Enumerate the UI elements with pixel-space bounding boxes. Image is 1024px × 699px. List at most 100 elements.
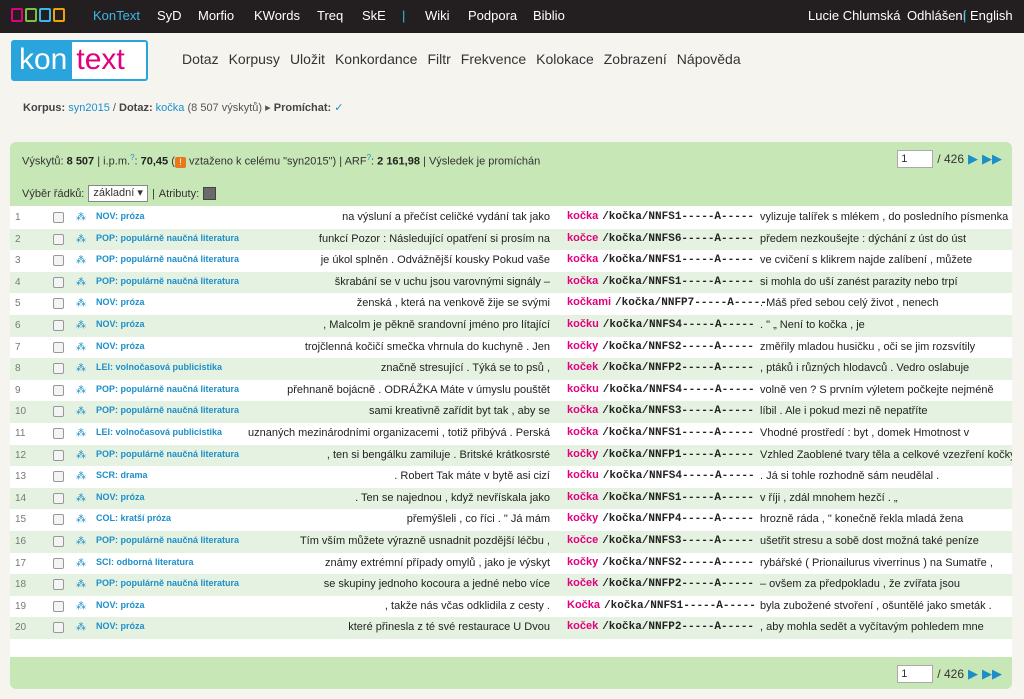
keyword[interactable]: kočku	[567, 383, 599, 395]
menu-korpusy[interactable]: Korpusy	[229, 51, 280, 67]
menu-ulozit[interactable]: Uložit	[290, 51, 325, 67]
sync-icon[interactable]: ⁂	[76, 234, 86, 245]
keyword[interactable]: Kočka	[567, 599, 600, 611]
kwic[interactable]: koček/kočka/NNFP2-----A-----	[567, 577, 754, 590]
sync-icon[interactable]: ⁂	[76, 385, 86, 396]
warning-icon[interactable]: !	[174, 156, 186, 168]
sync-icon[interactable]: ⁂	[76, 558, 86, 569]
menu-filtr[interactable]: Filtr	[427, 51, 450, 67]
menu-konkordance[interactable]: Konkordance	[335, 51, 418, 67]
row-checkbox[interactable]	[53, 255, 64, 267]
keyword[interactable]: kočky	[567, 512, 598, 524]
row-checkbox[interactable]	[53, 622, 64, 634]
row-checkbox[interactable]	[53, 363, 64, 375]
keyword[interactable]: kočce	[567, 534, 598, 546]
row-checkbox[interactable]	[53, 600, 64, 612]
sync-icon[interactable]: ⁂	[76, 255, 86, 266]
kwic[interactable]: kočka/kočka/NNFS1-----A-----	[567, 210, 754, 223]
row-ref[interactable]: NOV: próza	[96, 600, 145, 610]
logout-link[interactable]: Odhlášení	[907, 8, 966, 23]
sync-icon[interactable]: ⁂	[76, 277, 86, 288]
row-checkbox[interactable]	[53, 557, 64, 569]
row-checkbox[interactable]	[53, 579, 64, 591]
row-checkbox[interactable]	[53, 233, 64, 245]
sync-icon[interactable]: ⁂	[76, 471, 86, 482]
keyword[interactable]: kočka	[567, 275, 598, 287]
lang-switch[interactable]: English	[970, 8, 1013, 23]
menu-frekvence[interactable]: Frekvence	[461, 51, 526, 67]
keyword[interactable]: kočka	[567, 404, 598, 416]
menu-dotaz[interactable]: Dotaz	[182, 51, 219, 67]
row-checkbox[interactable]	[53, 319, 64, 331]
row-checkbox[interactable]	[53, 535, 64, 547]
page-input-bottom[interactable]: 1	[897, 665, 934, 683]
keyword[interactable]: kočky	[567, 340, 598, 352]
sync-icon[interactable]: ⁂	[76, 536, 86, 547]
sync-icon[interactable]: ⁂	[76, 363, 86, 374]
next-page-icon[interactable]: ▶	[968, 666, 978, 682]
next-page-icon[interactable]: ▶	[968, 151, 978, 167]
last-page-icon[interactable]: ▶▶	[982, 666, 1002, 682]
row-ref[interactable]: NOV: próza	[96, 341, 145, 351]
row-ref[interactable]: LEI: volnočasová publicistika	[96, 362, 222, 372]
kontext-logo[interactable]: kon text	[11, 40, 148, 81]
row-ref[interactable]: POP: populárně naučná literatura	[96, 449, 239, 459]
sync-icon[interactable]: ⁂	[76, 212, 86, 223]
keyword[interactable]: koček	[567, 620, 598, 632]
kwic[interactable]: kočce/kočka/NNFS3-----A-----	[567, 534, 754, 547]
topbar-link-ske[interactable]: SkE	[362, 8, 386, 23]
row-checkbox[interactable]	[53, 341, 64, 353]
row-ref[interactable]: NOV: próza	[96, 319, 145, 329]
row-ref[interactable]: POP: populárně naučná literatura	[96, 276, 239, 286]
kwic[interactable]: kočky/kočka/NNFS2-----A-----	[567, 556, 754, 569]
row-checkbox[interactable]	[53, 492, 64, 504]
keyword[interactable]: koček	[567, 577, 598, 589]
sync-icon[interactable]: ⁂	[76, 428, 86, 439]
keyword[interactable]: kočkami	[567, 296, 611, 308]
kwic[interactable]: kočka/kočka/NNFS1-----A-----	[567, 426, 754, 439]
row-ref[interactable]: POP: populárně naučná literatura	[96, 233, 239, 243]
keyword[interactable]: kočka	[567, 491, 598, 503]
kwic[interactable]: kočka/kočka/NNFS1-----A-----	[567, 253, 754, 266]
bc-query[interactable]: kočka	[156, 102, 185, 114]
kwic[interactable]: kočkami/kočka/NNFP7-----A-----	[567, 296, 767, 309]
arf-help-icon[interactable]: ?	[367, 153, 371, 162]
kwic[interactable]: kočku/kočka/NNFS4-----A-----	[567, 469, 755, 482]
user-name[interactable]: Lucie Chlumská	[808, 8, 901, 23]
sync-icon[interactable]: ⁂	[76, 579, 86, 590]
keyword[interactable]: kočka	[567, 253, 598, 265]
sync-icon[interactable]: ⁂	[76, 622, 86, 633]
page-input[interactable]: 1	[897, 150, 934, 168]
kwic[interactable]: kočku/kočka/NNFS4-----A-----	[567, 383, 755, 396]
kwic[interactable]: kočky/kočka/NNFS2-----A-----	[567, 340, 754, 353]
row-checkbox[interactable]	[53, 384, 64, 396]
row-ref[interactable]: LEI: volnočasová publicistika	[96, 427, 222, 437]
row-ref[interactable]: SCR: drama	[96, 470, 148, 480]
kwic[interactable]: kočka/kočka/NNFS1-----A-----	[567, 275, 754, 288]
sync-icon[interactable]: ⁂	[76, 601, 86, 612]
kwic[interactable]: kočky/kočka/NNFP1-----A-----	[567, 448, 754, 461]
row-ref[interactable]: POP: populárně naučná literatura	[96, 535, 239, 545]
sync-icon[interactable]: ⁂	[76, 298, 86, 309]
bc-shuffle-mark[interactable]: ✓	[334, 102, 343, 114]
row-checkbox[interactable]	[53, 427, 64, 439]
row-ref[interactable]: SCI: odborná literatura	[96, 557, 194, 567]
row-checkbox[interactable]	[53, 471, 64, 483]
keyword[interactable]: kočce	[567, 232, 598, 244]
row-ref[interactable]: POP: populárně naučná literatura	[96, 254, 239, 264]
keyword[interactable]: kočka	[567, 426, 598, 438]
keyword[interactable]: kočky	[567, 448, 598, 460]
row-ref[interactable]: NOV: próza	[96, 211, 145, 221]
kwic[interactable]: kočce/kočka/NNFS6-----A-----	[567, 232, 754, 245]
keyword[interactable]: kočku	[567, 318, 599, 330]
kwic[interactable]: kočka/kočka/NNFS1-----A-----	[567, 491, 754, 504]
keyword[interactable]: kočka	[567, 210, 598, 222]
sync-icon[interactable]: ⁂	[76, 450, 86, 461]
attributes-icon[interactable]	[203, 187, 217, 200]
help-icon[interactable]: ?	[130, 153, 134, 162]
kwic[interactable]: koček/kočka/NNFP2-----A-----	[567, 361, 754, 374]
row-ref[interactable]: POP: populárně naučná literatura	[96, 405, 239, 415]
topbar-link-morfio[interactable]: Morfio	[198, 8, 234, 23]
kwic[interactable]: kočku/kočka/NNFS4-----A-----	[567, 318, 755, 331]
row-ref[interactable]: POP: populárně naučná literatura	[96, 578, 239, 588]
